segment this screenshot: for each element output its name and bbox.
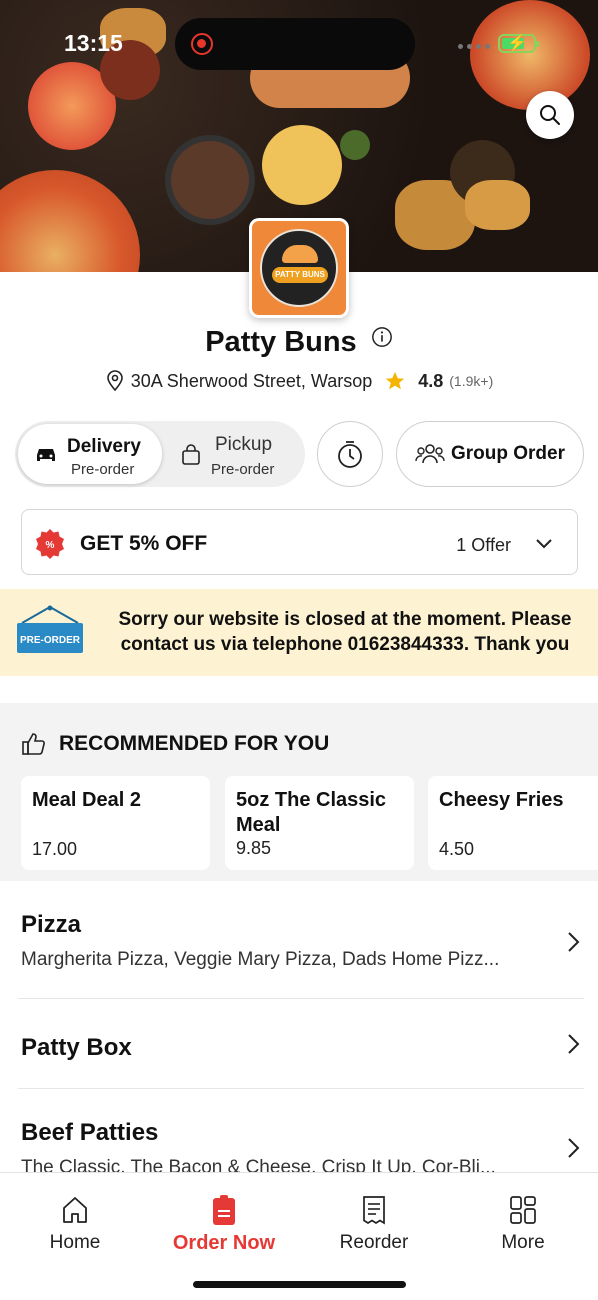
info-icon[interactable] [371,326,393,348]
item-price: 4.50 [439,839,475,859]
notice-message: Sorry our website is closed at the momen… [118,609,572,655]
home-indicator[interactable] [193,1281,406,1288]
offer-banner[interactable]: % GET 5% OFF 1 Offer [21,509,578,575]
item-name: 5oz The Classic Meal [236,789,387,836]
logo-text: PATTY BUNS [272,267,328,283]
category-title: Patty Box [21,1034,132,1061]
rating-count: (1.9k+) [449,373,494,389]
discount-badge-icon: % [36,529,64,559]
restaurant-name: Patty Buns [205,326,357,358]
category-row[interactable]: Beef Patties The Classic, The Bacon & Ch… [0,1089,598,1172]
restaurant-title: Patty Buns [0,326,598,359]
svg-text:%: % [46,540,55,551]
tab-reorder[interactable]: Reorder [314,1193,434,1254]
home-icon [63,1197,87,1223]
pizza-image [0,170,140,272]
delivery-sub: Pre-order [71,461,135,478]
closed-notice: PRE-ORDER Sorry our website is closed at… [0,589,598,676]
search-button[interactable] [526,91,574,139]
chevron-right-icon [568,1138,580,1158]
chevron-right-icon [568,1034,580,1054]
delivery-label: Delivery [67,436,141,457]
recording-icon [191,33,213,55]
tab-label: Reorder [339,1232,409,1253]
group-icon [415,444,445,464]
item-price: 17.00 [32,839,78,859]
status-time: 13:15 [64,30,123,56]
tab-order-now[interactable]: Order Now [164,1193,284,1255]
pre-order-sign-text: PRE-ORDER [20,635,81,646]
tab-label: Home [49,1232,101,1253]
recommended-card[interactable]: Cheesy Fries 4.50 [428,776,598,870]
address-row: 30A Sherwood Street, Warsop 4.8 (1.9k+) [0,370,598,392]
location-pin-icon [106,370,123,392]
order-icon [213,1195,235,1225]
restaurant-logo: PATTY BUNS [249,218,349,318]
delivery-option[interactable]: Delivery Pre-order [18,424,162,484]
offer-title: GET 5% OFF [80,532,208,555]
search-icon [540,105,560,125]
order-mode-toggle: Delivery Pre-order Pickup Pre-order [15,421,305,487]
restaurant-address: 30A Sherwood Street, Warsop [130,370,373,391]
receipt-icon [363,1196,385,1225]
recommended-card[interactable]: Meal Deal 2 17.00 [21,776,210,870]
category-row[interactable]: Pizza Margherita Pizza, Veggie Mary Pizz… [0,881,598,999]
shopping-bag-icon [182,444,200,465]
hotdog-plate-image [165,135,255,225]
chips-image [262,125,342,205]
category-desc: The Classic, The Bacon & Cheese, Crisp I… [21,1157,496,1172]
pickup-sub: Pre-order [211,461,275,478]
recommended-card[interactable]: 5oz The Classic Meal 9.85 [225,776,414,870]
category-row[interactable]: Patty Box [0,999,598,1089]
tab-more[interactable]: More [463,1193,583,1254]
item-name: Meal Deal 2 [32,789,141,811]
tab-label: Order Now [172,1232,276,1254]
rating-value: 4.8 [418,370,444,391]
signal-icon [458,44,490,49]
pickup-label: Pickup [215,434,273,455]
car-icon [37,449,55,461]
timer-icon [338,441,362,468]
category-desc: Margherita Pizza, Veggie Mary Pizza, Dad… [21,949,500,970]
pre-order-sign-icon: PRE-ORDER [17,605,83,653]
pickup-option[interactable]: Pickup Pre-order [165,424,303,484]
chevron-right-icon [568,932,580,952]
recommended-title: RECOMMENDED FOR YOU [59,732,330,755]
group-order-button[interactable]: Group Order [396,421,584,487]
chevron-down-icon [536,539,552,549]
grid-icon [510,1196,536,1224]
group-order-label: Group Order [450,443,565,464]
schedule-button[interactable] [317,421,383,487]
burger-image [465,180,530,230]
olives-image [340,130,370,160]
thumbs-up-icon [22,733,45,755]
star-icon [386,371,405,390]
recommended-section: RECOMMENDED FOR YOU Meal Deal 2 17.00 5o… [0,703,598,881]
item-price: 9.85 [236,838,272,858]
recommended-heading: RECOMMENDED FOR YOU [21,731,329,757]
item-name: Cheesy Fries [439,789,564,811]
charging-icon: ⚡ [507,35,527,52]
dynamic-island [175,18,415,70]
pizza-image [470,0,590,110]
offer-count: 1 Offer [456,535,511,555]
tab-label: More [501,1232,545,1253]
tab-home[interactable]: Home [15,1193,135,1254]
category-title: Pizza [21,911,82,938]
category-title: Beef Patties [21,1119,159,1146]
